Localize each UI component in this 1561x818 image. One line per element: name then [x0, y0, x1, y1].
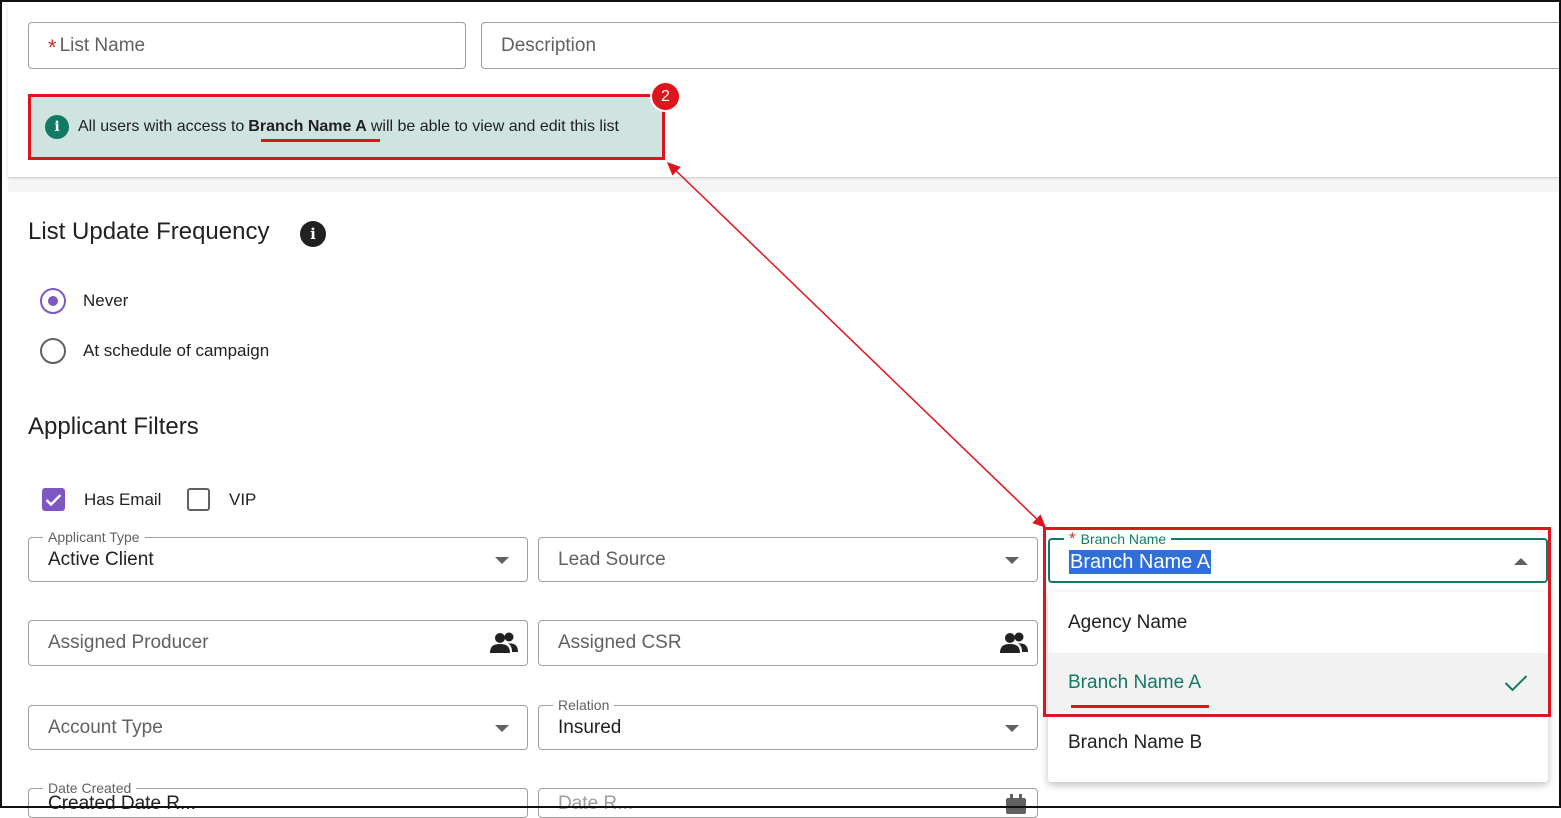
annotation-arrow	[666, 161, 1047, 529]
annotation-badge: 2	[650, 81, 681, 112]
annotation-underline-banner	[261, 139, 380, 142]
annotation-underline-branch	[1071, 705, 1209, 708]
